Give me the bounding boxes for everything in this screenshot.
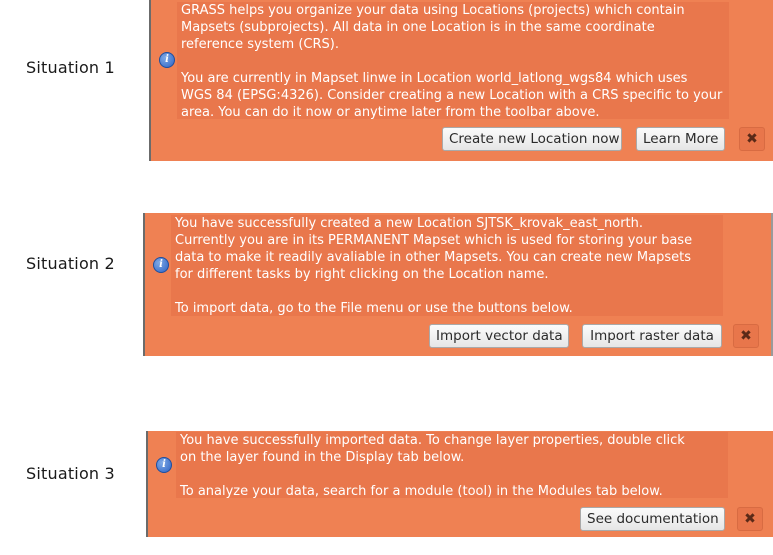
situation-3-infobar: i You have successfully imported data. T… xyxy=(146,431,773,537)
situation-1-label: Situation 1 xyxy=(26,58,115,77)
situation-1-infobar: i GRASS helps you organize your data usi… xyxy=(149,0,773,161)
create-new-location-button[interactable]: Create new Location now xyxy=(442,127,622,151)
info-icon: i xyxy=(159,52,175,68)
close-icon[interactable]: ✖ xyxy=(737,507,763,531)
situation-3-label: Situation 3 xyxy=(26,464,115,483)
see-documentation-button[interactable]: See documentation xyxy=(580,507,725,531)
info-icon: i xyxy=(153,257,169,273)
close-icon[interactable]: ✖ xyxy=(733,324,759,348)
info-icon: i xyxy=(156,457,172,473)
import-vector-data-button[interactable]: Import vector data xyxy=(429,324,569,348)
learn-more-button[interactable]: Learn More xyxy=(636,127,725,151)
close-icon[interactable]: ✖ xyxy=(739,127,765,151)
import-raster-data-button[interactable]: Import raster data xyxy=(582,324,722,348)
situation-3-message: You have successfully imported data. To … xyxy=(176,432,728,498)
situation-1-message: GRASS helps you organize your data using… xyxy=(177,2,729,119)
situation-2-message: You have successfully created a new Loca… xyxy=(171,215,723,316)
situation-2-infobar: i You have successfully created a new Lo… xyxy=(143,213,773,356)
situation-2-label: Situation 2 xyxy=(26,254,115,273)
